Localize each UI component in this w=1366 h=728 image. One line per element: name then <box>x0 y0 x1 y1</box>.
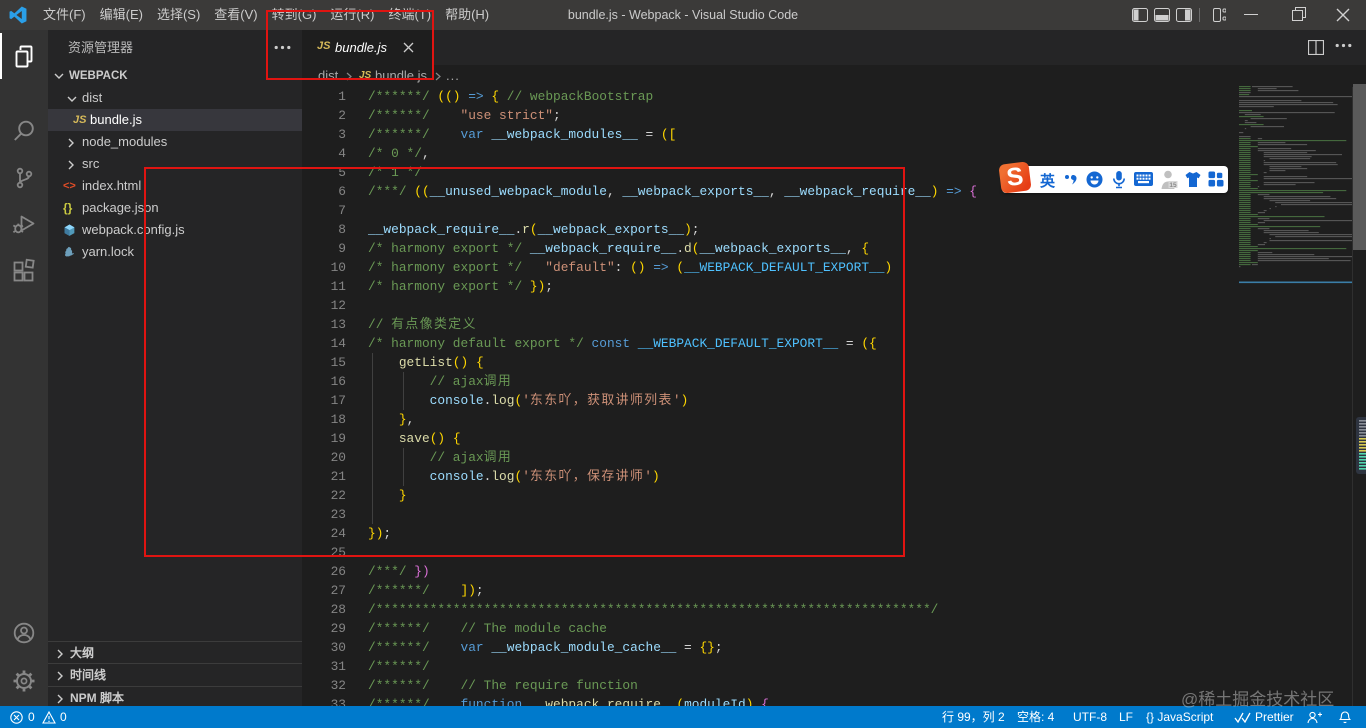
svg-text:15: 15 <box>1169 182 1177 189</box>
